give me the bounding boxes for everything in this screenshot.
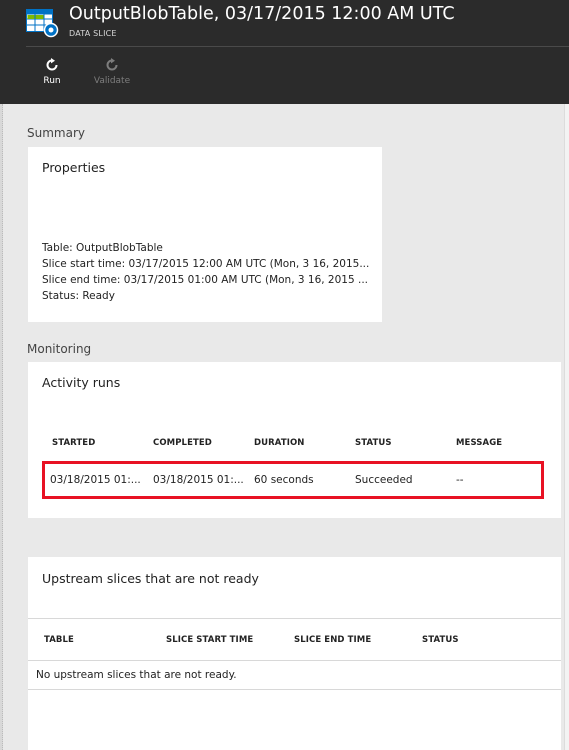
upstream-slices-title: Upstream slices that are not ready: [42, 571, 259, 586]
property-slice-end: Slice end time: 03/17/2015 01:00 AM UTC …: [42, 274, 369, 286]
refresh-icon: [46, 58, 58, 71]
property-status: Status: Ready: [42, 290, 115, 302]
column-header-completed[interactable]: COMPLETED: [153, 438, 212, 448]
run-button-label: Run: [43, 76, 61, 86]
column-header-table[interactable]: TABLE: [44, 635, 74, 645]
validate-button[interactable]: Validate: [90, 58, 134, 86]
column-header-status[interactable]: STATUS: [355, 438, 392, 448]
tile-divider: [28, 618, 561, 619]
properties-list: Table: OutputBlobTable Slice start time:…: [42, 240, 369, 304]
row-divider: [28, 660, 561, 661]
header-divider: [26, 46, 569, 47]
summary-section-label: Summary: [27, 126, 85, 140]
upstream-slices-tile[interactable]: Upstream slices that are not ready: [28, 557, 561, 750]
activity-runs-title: Activity runs: [42, 375, 121, 390]
property-table: Table: OutputBlobTable: [42, 242, 163, 254]
table-slice-icon: [26, 9, 59, 38]
column-header-duration[interactable]: DURATION: [254, 438, 305, 448]
vertical-scrollbar[interactable]: [564, 104, 569, 750]
run-button[interactable]: Run: [38, 58, 66, 86]
row-highlight-box: [42, 461, 544, 499]
refresh-icon: [106, 58, 118, 71]
row-divider: [28, 689, 561, 690]
properties-tile[interactable]: Properties Table: OutputBlobTable Slice …: [28, 147, 382, 322]
empty-state-message: No upstream slices that are not ready.: [36, 669, 237, 681]
column-header-upstream-status[interactable]: STATUS: [422, 635, 459, 645]
page-title: OutputBlobTable, 03/17/2015 12:00 AM UTC: [69, 4, 455, 24]
blade-left-edge: [0, 104, 3, 750]
validate-button-label: Validate: [93, 76, 131, 86]
column-header-message[interactable]: MESSAGE: [456, 438, 502, 448]
column-header-started[interactable]: STARTED: [52, 438, 95, 448]
column-header-slice-start-time[interactable]: SLICE START TIME: [166, 635, 253, 645]
column-header-slice-end-time[interactable]: SLICE END TIME: [294, 635, 371, 645]
blade-header: OutputBlobTable, 03/17/2015 12:00 AM UTC…: [0, 0, 569, 104]
monitoring-section-label: Monitoring: [27, 342, 92, 356]
properties-tile-title: Properties: [42, 160, 106, 175]
property-slice-start: Slice start time: 03/17/2015 12:00 AM UT…: [42, 258, 370, 270]
page-subtitle: DATA SLICE: [69, 29, 117, 38]
